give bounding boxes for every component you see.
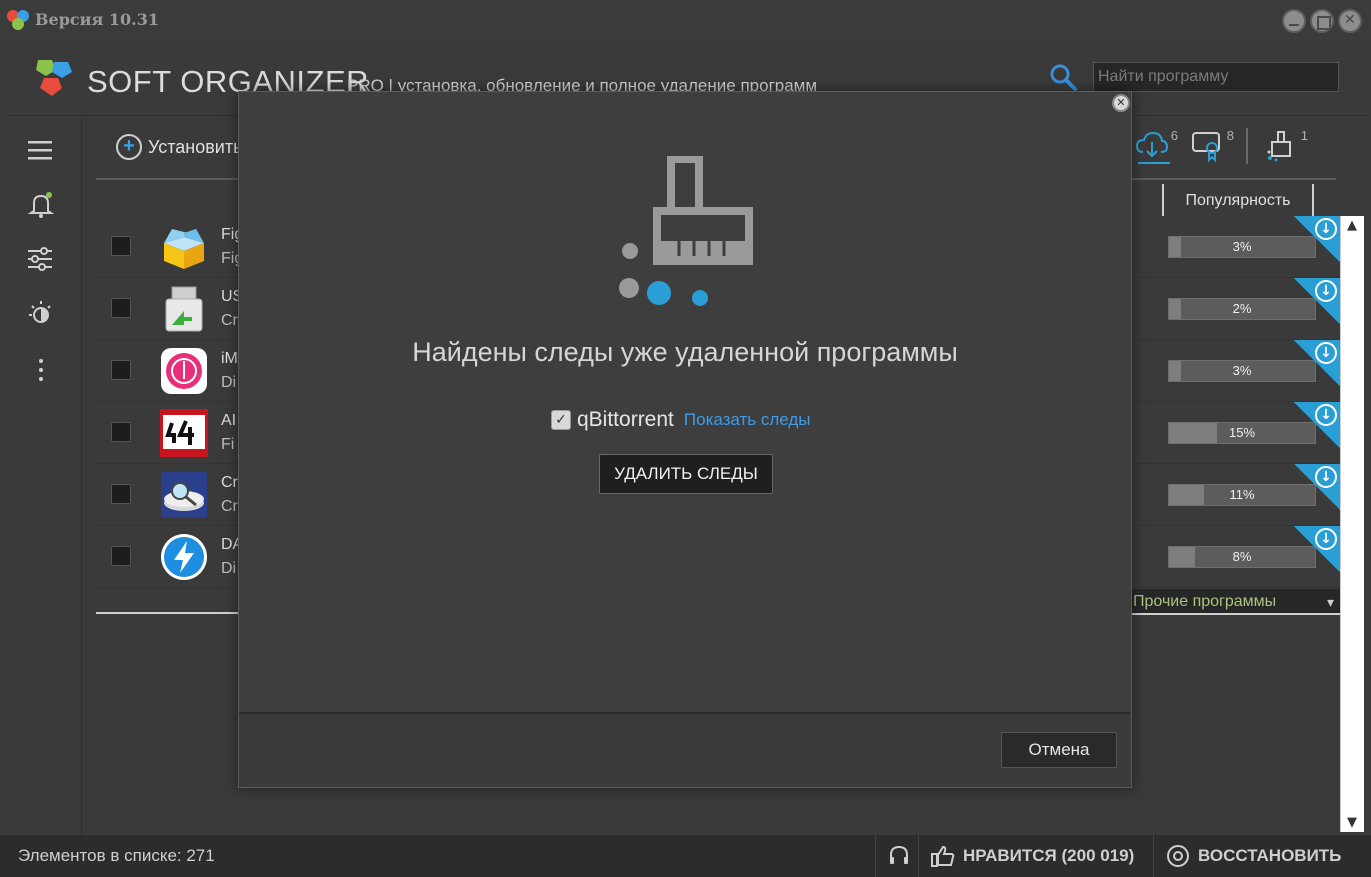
row-checkbox[interactable] xyxy=(111,360,131,380)
other-programs-group[interactable]: Прочие программы ▾ xyxy=(1130,589,1340,615)
minimize-button[interactable] xyxy=(1282,9,1306,33)
traces-found-dialog: ✕ Найдены следы уже удаленной программы … xyxy=(238,91,1132,788)
box-icon xyxy=(164,229,204,269)
chevron-down-icon: ▾ xyxy=(1326,594,1334,610)
more-icon[interactable] xyxy=(26,355,58,387)
like-button[interactable]: НРАВИТСЯ (200 019) xyxy=(918,835,1150,877)
download-icon: ↓ xyxy=(1315,218,1337,240)
download-corner[interactable]: ↓ xyxy=(1294,216,1340,262)
maximize-button[interactable] xyxy=(1310,9,1334,33)
row-checkbox[interactable] xyxy=(111,298,131,318)
traces-count: 1 xyxy=(1300,128,1308,143)
support-button[interactable] xyxy=(875,835,917,877)
app-name: AI xyxy=(221,412,237,429)
toolbar-divider xyxy=(1246,128,1248,164)
status-bar: Элементов в списке: 271 НРАВИТСЯ (200 01… xyxy=(0,835,1371,877)
download-corner[interactable]: ↓ xyxy=(1294,402,1340,448)
sliders-icon[interactable] xyxy=(26,243,58,275)
download-corner[interactable]: ↓ xyxy=(1294,340,1340,386)
delete-traces-button[interactable]: УДАЛИТЬ СЛЕДЫ xyxy=(599,454,773,494)
close-window-button[interactable] xyxy=(1338,9,1362,33)
title-bar: Версия 10.31 xyxy=(0,0,1371,42)
brand-logo-icon xyxy=(36,60,72,96)
row-checkbox[interactable] xyxy=(111,546,131,566)
sidebar xyxy=(8,117,82,835)
scroll-down-icon[interactable]: ▼ xyxy=(1347,815,1357,830)
other-programs-label: Прочие программы xyxy=(1133,593,1277,610)
download-icon: ↓ xyxy=(1315,342,1337,364)
restore-icon xyxy=(1167,845,1189,867)
app-publisher: Di xyxy=(221,560,237,577)
window-title: Версия 10.31 xyxy=(35,10,159,29)
lightning-icon xyxy=(161,534,207,580)
items-count: Элементов в списке: 271 xyxy=(18,846,215,865)
updates-count: 6 xyxy=(1170,128,1178,143)
category-icons: 6 8 1 xyxy=(1134,128,1320,164)
app-publisher: Fi xyxy=(221,436,235,453)
search-input[interactable] xyxy=(1093,62,1339,92)
imazing-icon xyxy=(161,348,207,394)
thumbs-up-icon xyxy=(931,845,955,867)
app-name: iM xyxy=(221,350,238,367)
dialog-footer xyxy=(239,714,1131,787)
traces-tab[interactable]: 1 xyxy=(1264,128,1308,164)
download-icon: ↓ xyxy=(1315,280,1337,302)
headset-icon xyxy=(890,845,908,864)
group-divider xyxy=(96,612,238,614)
vertical-scrollbar[interactable]: ▲ ▼ xyxy=(1340,216,1364,832)
updates-tab[interactable]: 6 xyxy=(1134,128,1178,164)
scroll-up-icon[interactable]: ▲ xyxy=(1347,218,1357,233)
dialog-heading: Найдены следы уже удаленной программы xyxy=(412,337,958,367)
menu-icon[interactable] xyxy=(26,135,58,167)
install-button[interactable]: + Установить xyxy=(116,134,242,160)
program-checkbox[interactable]: ✓ xyxy=(551,410,571,430)
certificate-icon xyxy=(1192,132,1220,163)
plus-icon: + xyxy=(116,134,142,160)
app-logo-icon xyxy=(7,10,29,30)
app-publisher: Cr xyxy=(221,312,238,329)
app-publisher: Di xyxy=(221,374,237,391)
restore-button[interactable]: ВОССТАНОВИТЬ xyxy=(1153,835,1371,877)
row-checkbox[interactable] xyxy=(111,422,131,442)
bell-icon[interactable] xyxy=(26,189,58,221)
download-icon: ↓ xyxy=(1315,466,1337,488)
licenses-tab[interactable]: 8 xyxy=(1190,128,1234,164)
install-label: Установить xyxy=(148,136,243,157)
search-icon[interactable] xyxy=(1048,62,1078,92)
program-trace-item: ✓ qBittorrent Показать следы xyxy=(551,408,811,432)
popularity-column-header[interactable]: Популярность xyxy=(1162,184,1314,216)
like-label: НРАВИТСЯ (200 019) xyxy=(963,846,1135,865)
program-name: qBittorrent xyxy=(577,408,674,431)
aida64-icon xyxy=(160,409,208,457)
usb-icon xyxy=(165,286,203,332)
download-corner[interactable]: ↓ xyxy=(1294,526,1340,572)
download-icon: ↓ xyxy=(1315,404,1337,426)
download-corner[interactable]: ↓ xyxy=(1294,464,1340,510)
broom-icon xyxy=(1267,131,1291,162)
theme-icon[interactable] xyxy=(26,299,58,331)
show-traces-link[interactable]: Показать следы xyxy=(684,410,811,430)
app-publisher: Cr xyxy=(221,498,238,515)
broom-icon xyxy=(619,156,753,306)
row-checkbox[interactable] xyxy=(111,484,131,504)
download-corner[interactable]: ↓ xyxy=(1294,278,1340,324)
close-icon[interactable]: ✕ xyxy=(1112,94,1130,112)
licenses-count: 8 xyxy=(1226,128,1234,143)
cancel-button[interactable]: Отмена xyxy=(1001,732,1117,768)
app-name: Cr xyxy=(221,474,238,491)
cloud-download-icon xyxy=(1135,131,1170,164)
download-icon: ↓ xyxy=(1315,528,1337,550)
disk-search-icon xyxy=(161,472,207,518)
row-checkbox[interactable] xyxy=(111,236,131,256)
restore-label: ВОССТАНОВИТЬ xyxy=(1198,846,1342,865)
